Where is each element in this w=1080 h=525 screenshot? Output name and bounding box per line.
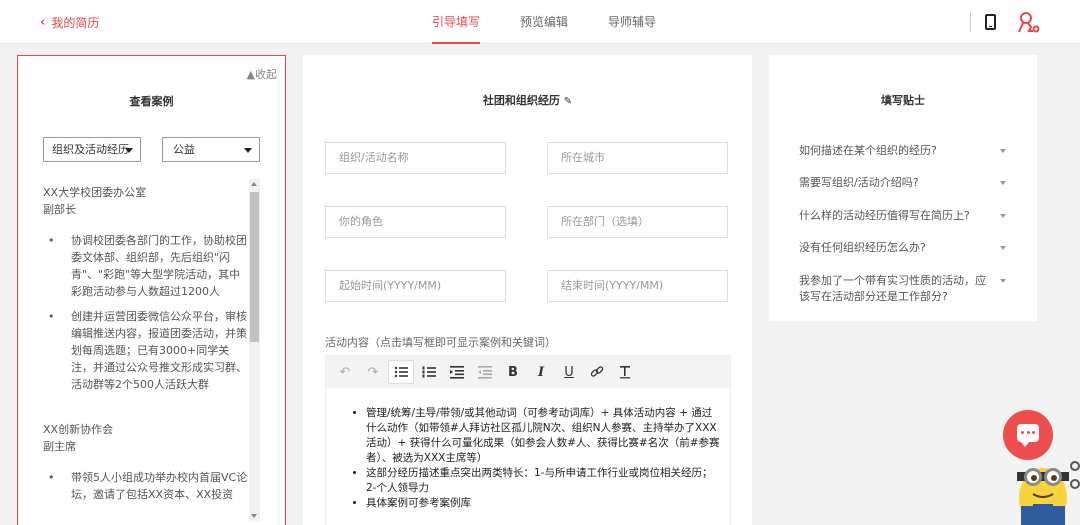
role-input[interactable]: 你的角色 (325, 206, 506, 238)
form-title: 社团和组织经历 ✎ (482, 94, 573, 107)
top-bar: ‹ 我的简历 引导填写 预览编辑 导师辅导 (0, 0, 1080, 44)
bold-button[interactable]: B (500, 360, 526, 384)
case-list: XX大学校团委办公室 副部长 协调校团委各部门的工作，协助校团委文体部、组织部，… (43, 182, 248, 525)
tip-item[interactable]: 我参加了一个带有实习性质的活动，应该写在活动部分还是工作部分? (799, 273, 994, 305)
collapse-button[interactable]: ▲收起 (247, 66, 277, 82)
case-role: 副主席 (43, 440, 76, 453)
case-role: 副部长 (43, 203, 76, 216)
experience-form: 社团和组织经历 ✎ 组织/活动名称 所在城市 你的角色 所在部门（选填） 起始时… (303, 55, 752, 525)
case-bullet: 协调校团委各部门的工作，协助校团委文体部、组织部，先后组织"闪青"、"彩跑"等大… (43, 232, 248, 300)
chevron-down-icon[interactable] (1000, 181, 1006, 185)
editor-item: 这部分经历描述重点突出两类特长：1-与所申请工作行业或岗位相关经历；2-个人领导… (366, 466, 720, 496)
case-panel-title: 查看案例 (129, 95, 174, 108)
chevron-left-icon: ‹ (40, 15, 46, 30)
case-bullet: 带领5人小组成功举办校内首届VC论坛，邀请了包括XX资本、XX投资 (43, 469, 248, 503)
underline-button[interactable]: U (556, 360, 582, 384)
editor-item: 具体案例可参考案例库 (366, 496, 720, 511)
tips-title: 填写贴士 (881, 94, 925, 107)
italic-button[interactable]: I (528, 360, 554, 384)
numbered-list-icon[interactable] (416, 360, 442, 384)
undo-icon[interactable]: ↶ (332, 360, 358, 384)
type-select[interactable]: 公益 (162, 137, 260, 162)
back-label: 我的简历 (51, 16, 100, 30)
content-label: 活动内容（点击填写框即可显示案例和关键词） (325, 336, 556, 349)
tab-preview-edit[interactable]: 预览编辑 (520, 0, 568, 44)
department-input[interactable]: 所在部门（选填） (547, 206, 728, 238)
indent-icon[interactable] (444, 360, 470, 384)
case-panel: ▲收起 查看案例 组织及活动经历 公益 XX大学校团委办公室 副部长 协调校团委… (17, 55, 286, 525)
divider (970, 12, 971, 32)
mobile-preview-icon[interactable] (985, 14, 996, 30)
editor-toolbar: ↶ ↷ B I U (326, 356, 730, 388)
chevron-down-icon[interactable] (1000, 246, 1006, 250)
back-link[interactable]: ‹ 我的简历 (40, 14, 99, 31)
outdent-icon[interactable] (472, 360, 498, 384)
city-input[interactable]: 所在城市 (547, 142, 728, 174)
case-scrollbar[interactable] (249, 179, 260, 521)
tip-item[interactable]: 如何描述在某个组织的经历? (799, 143, 1009, 159)
case-bullet: 创建并运营团委微信公众平台，审核编辑推送内容，报道团委活动，并策划每周选题；已有… (43, 308, 248, 393)
redo-icon[interactable]: ↷ (360, 360, 386, 384)
dropdown-caret-icon (244, 148, 252, 153)
category-select[interactable]: 组织及活动经历 (43, 137, 141, 162)
tab-mentor[interactable]: 导师辅导 (608, 0, 656, 44)
tip-item[interactable]: 什么样的活动经历值得写在简历上? (799, 208, 1009, 224)
tips-panel: 填写贴士 如何描述在某个组织的经历? 需要写组织/活动介绍吗? 什么样的活动经历… (769, 55, 1037, 321)
rich-text-editor[interactable]: ↶ ↷ B I U 管理/ (325, 355, 731, 525)
org-name-input[interactable]: 组织/活动名称 (325, 142, 506, 174)
chevron-down-icon[interactable] (1000, 279, 1006, 283)
scroll-thumb[interactable] (250, 192, 259, 342)
case-org: XX大学校团委办公室 (43, 186, 147, 199)
clear-format-icon[interactable] (612, 360, 638, 384)
chevron-down-icon[interactable] (1000, 149, 1006, 153)
end-date-input[interactable]: 结束时间(YYYY/MM) (547, 270, 728, 302)
case-org: XX创新协作会 (43, 423, 114, 436)
pencil-icon[interactable]: ✎ (564, 96, 572, 107)
chevron-down-icon[interactable] (1000, 214, 1006, 218)
editor-item: 管理/统筹/主导/带领/或其他动词（可参考动词库）+ 具体活动内容 + 通过什么… (366, 406, 720, 466)
chevron-up-icon: ▲ (246, 68, 255, 81)
editor-content[interactable]: 管理/统筹/主导/带领/或其他动词（可参考动词库）+ 具体活动内容 + 通过什么… (326, 388, 730, 511)
dropdown-caret-icon (125, 148, 133, 153)
tip-item[interactable]: 需要写组织/活动介绍吗? (799, 175, 1009, 191)
bullet-list-icon[interactable] (388, 360, 414, 384)
scroll-up-icon[interactable] (251, 182, 257, 186)
tab-guided-fill[interactable]: 引导填写 (432, 0, 481, 44)
tip-item[interactable]: 没有任何组织经历怎么办? (799, 240, 1009, 256)
link-icon[interactable] (584, 360, 610, 384)
start-date-input[interactable]: 起始时间(YYYY/MM) (325, 270, 506, 302)
user-icon[interactable] (1016, 10, 1040, 34)
minion-mascot-icon[interactable] (1013, 450, 1080, 525)
mode-tabs: 引导填写 预览编辑 导师辅导 (432, 0, 696, 44)
scroll-down-icon[interactable] (251, 514, 257, 518)
